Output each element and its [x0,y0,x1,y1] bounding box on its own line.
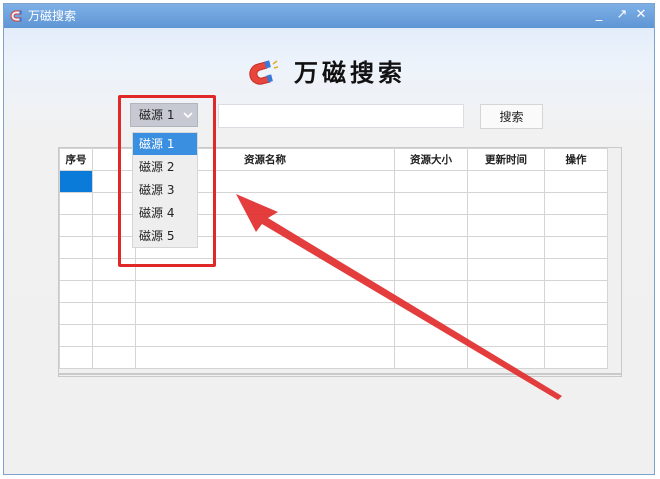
table-cell[interactable] [467,170,545,193]
table-cell[interactable] [394,346,468,369]
table-cell[interactable] [394,280,468,303]
column-header-updated[interactable]: 更新时间 [467,148,545,171]
table-row[interactable] [59,346,608,369]
table-cell[interactable] [544,214,608,237]
table-cell[interactable] [59,258,93,281]
table-cell[interactable] [135,302,395,325]
table-cell[interactable] [544,236,608,259]
table-cell[interactable] [59,236,93,259]
table-cell[interactable] [59,302,93,325]
close-button[interactable]: ✕ [632,6,650,24]
table-cell[interactable] [544,280,608,303]
table-cell[interactable] [467,214,545,237]
table-cell[interactable] [59,192,93,215]
app-title: 万磁搜索 [294,59,406,87]
table-cell[interactable] [394,302,468,325]
table-row[interactable] [59,280,608,303]
table-cell[interactable] [467,258,545,281]
table-cell[interactable] [135,324,395,347]
search-button[interactable]: 搜索 [480,104,543,129]
table-cell[interactable] [92,280,136,303]
table-cell[interactable] [394,214,468,237]
table-cell[interactable] [394,192,468,215]
table-cell[interactable] [394,170,468,193]
table-cell[interactable] [467,302,545,325]
table-cell[interactable] [135,280,395,303]
table-cell[interactable] [544,170,608,193]
table-cell[interactable] [59,170,93,193]
window-title: 万磁搜索 [28,9,77,23]
table-row[interactable] [59,324,608,347]
table-cell[interactable] [394,236,468,259]
search-input[interactable] [218,104,464,128]
column-header-index[interactable]: 序号 [59,148,93,171]
table-cell[interactable] [394,258,468,281]
maximize-button[interactable]: ↗ [613,6,631,24]
table-cell[interactable] [59,324,93,347]
table-row[interactable] [59,302,608,325]
table-cell[interactable] [92,302,136,325]
table-cell[interactable] [467,324,545,347]
table-cell[interactable] [467,346,545,369]
minimize-button[interactable]: _ [590,6,608,24]
table-cell[interactable] [59,214,93,237]
table-cell[interactable] [544,258,608,281]
table-scrollbar-track[interactable] [59,373,621,375]
table-cell[interactable] [92,346,136,369]
table-cell[interactable] [467,236,545,259]
magnet-icon [10,10,22,22]
table-cell[interactable] [467,192,545,215]
table-cell[interactable] [92,324,136,347]
column-header-size[interactable]: 资源大小 [394,148,468,171]
annotation-highlight-box [118,95,216,267]
table-cell[interactable] [544,302,608,325]
table-cell[interactable] [544,346,608,369]
table-cell[interactable] [544,324,608,347]
title-bar[interactable]: 万磁搜索 _ ↗ ✕ [4,4,654,28]
magnet-icon [249,60,279,85]
table-cell[interactable] [135,346,395,369]
table-cell[interactable] [467,280,545,303]
table-cell[interactable] [394,324,468,347]
table-cell[interactable] [59,280,93,303]
column-header-action[interactable]: 操作 [544,148,608,171]
table-cell[interactable] [544,192,608,215]
table-cell[interactable] [59,346,93,369]
